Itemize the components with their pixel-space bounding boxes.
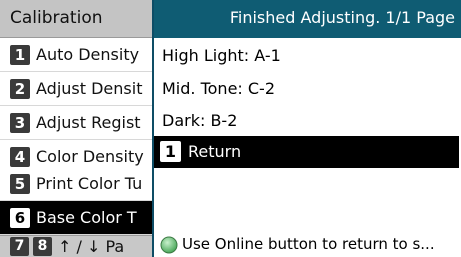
menu-item-label: Auto Density <box>36 45 140 64</box>
online-button-icon <box>160 236 178 254</box>
footer-note: Use Online button to return to s... <box>154 233 461 257</box>
mid-tone-result: Mid. Tone: C-2 <box>162 79 276 98</box>
menu-item-label: Print Color Tu <box>36 174 143 193</box>
menu-number-3: 3 <box>10 113 30 133</box>
menu-number-1: 1 <box>10 45 30 65</box>
return-number: 1 <box>160 141 181 162</box>
menu-number-6: 6 <box>10 208 30 228</box>
popup-title: Finished Adjusting. 1/1 Page <box>229 8 455 27</box>
return-label: Return <box>188 142 242 161</box>
return-option[interactable]: 1 Return <box>154 136 459 168</box>
menu-number-4: 4 <box>10 147 30 167</box>
menu-number-5: 5 <box>10 174 30 194</box>
high-light-result: High Light: A-1 <box>162 46 281 65</box>
calibration-screen: Calibration 1 Auto Density 2 Adjust Dens… <box>0 0 461 257</box>
page-key-8[interactable]: 8 <box>33 237 52 256</box>
page-scroll-hint: ↑ / ↓ Pa <box>58 237 125 256</box>
menu-item-label: Color Density <box>36 147 144 166</box>
result-popup: Finished Adjusting. 1/1 Page High Light:… <box>152 0 461 257</box>
dark-result: Dark: B-2 <box>162 111 238 130</box>
menu-item-label: Adjust Densit <box>36 79 143 98</box>
menu-item-label: Base Color T <box>36 208 137 227</box>
menu-number-2: 2 <box>10 79 30 99</box>
page-key-7[interactable]: 7 <box>10 237 29 256</box>
footer-text: Use Online button to return to s... <box>182 235 435 253</box>
menu-item-label: Adjust Regist <box>36 113 141 132</box>
menu-title: Calibration <box>10 8 103 28</box>
popup-header: Finished Adjusting. 1/1 Page <box>154 0 461 38</box>
